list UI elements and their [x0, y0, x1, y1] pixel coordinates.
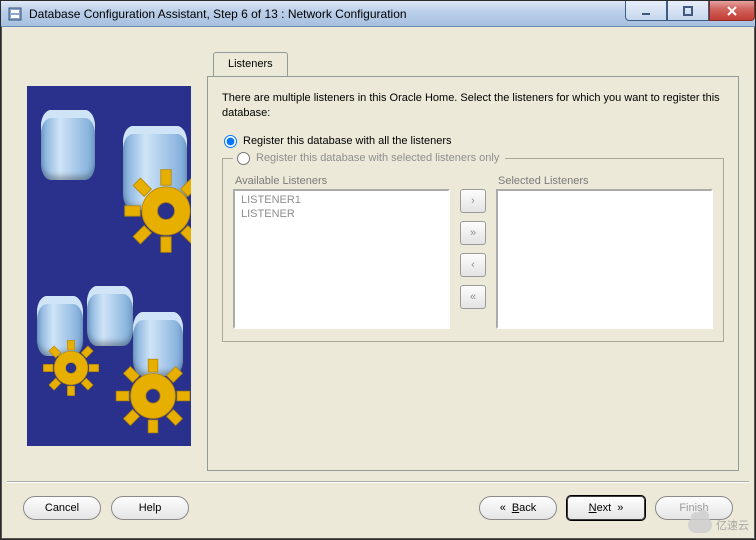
dual-list: Available Listeners LISTENER1 LISTENER › — [233, 175, 713, 329]
radio-register-all[interactable] — [224, 135, 237, 148]
close-button[interactable] — [709, 1, 755, 21]
wizard-sidebar-graphic — [27, 86, 191, 446]
add-button[interactable]: › — [460, 189, 486, 213]
next-label: Next — [589, 502, 612, 514]
maximize-button[interactable] — [667, 1, 709, 21]
watermark-text: 亿速云 — [716, 517, 749, 533]
tab-panel: There are multiple listeners in this Ora… — [207, 76, 739, 471]
tab-listeners[interactable]: Listeners — [213, 52, 288, 78]
radio-register-selected[interactable] — [237, 152, 250, 165]
client-area: Listeners There are multiple listeners i… — [7, 31, 749, 533]
transfer-buttons: › » ‹ « — [460, 175, 486, 329]
chevron-right-icon: » — [617, 502, 623, 514]
list-item[interactable]: LISTENER1 — [239, 193, 444, 207]
gear-icon — [123, 168, 191, 254]
remove-button[interactable]: ‹ — [460, 253, 486, 277]
cloud-icon — [688, 517, 712, 533]
selected-listeners-group: Register this database with selected lis… — [222, 152, 724, 342]
wizard-footer: Cancel Help « Back Next » Finish — [7, 481, 749, 533]
chevron-left-icon: ‹ — [471, 259, 475, 271]
next-button[interactable]: Next » — [567, 496, 645, 520]
available-label: Available Listeners — [235, 175, 450, 187]
main-panel: Listeners There are multiple listeners i… — [207, 51, 739, 471]
app-icon — [7, 6, 23, 22]
double-chevron-left-icon: « — [470, 291, 476, 303]
selected-column: Selected Listeners — [496, 175, 713, 329]
minimize-icon — [641, 6, 651, 16]
help-button[interactable]: Help — [111, 496, 189, 520]
available-listbox[interactable]: LISTENER1 LISTENER — [233, 189, 450, 329]
close-icon — [727, 6, 737, 16]
cancel-button[interactable]: Cancel — [23, 496, 101, 520]
help-label: Help — [139, 502, 162, 514]
gear-icon — [41, 338, 101, 398]
radio-register-selected-label: Register this database with selected lis… — [256, 152, 499, 164]
radio-register-all-row[interactable]: Register this database with all the list… — [222, 135, 724, 148]
back-button[interactable]: « Back — [479, 496, 557, 520]
gear-icon — [113, 356, 191, 436]
selected-label: Selected Listeners — [498, 175, 713, 187]
list-item[interactable]: LISTENER — [239, 207, 444, 221]
radio-register-selected-row[interactable]: Register this database with selected lis… — [235, 152, 499, 165]
cancel-label: Cancel — [45, 502, 79, 514]
available-column: Available Listeners LISTENER1 LISTENER — [233, 175, 450, 329]
wizard-body: Listeners There are multiple listeners i… — [7, 31, 749, 481]
back-label: Back — [512, 502, 536, 514]
remove-all-button[interactable]: « — [460, 285, 486, 309]
chevron-left-icon: « — [500, 502, 506, 514]
window-title: Database Configuration Assistant, Step 6… — [29, 7, 625, 21]
watermark: 亿速云 — [688, 517, 749, 533]
double-chevron-right-icon: » — [470, 227, 476, 239]
maximize-icon — [683, 6, 693, 16]
selected-listbox[interactable] — [496, 189, 713, 329]
add-all-button[interactable]: » — [460, 221, 486, 245]
window-controls — [625, 1, 755, 26]
chevron-right-icon: › — [471, 195, 475, 207]
radio-register-all-label: Register this database with all the list… — [243, 135, 452, 147]
titlebar[interactable]: Database Configuration Assistant, Step 6… — [1, 1, 755, 27]
app-window: Database Configuration Assistant, Step 6… — [0, 0, 756, 540]
tabstrip: Listeners — [213, 51, 288, 77]
minimize-button[interactable] — [625, 1, 667, 21]
instruction-text: There are multiple listeners in this Ora… — [222, 91, 724, 121]
